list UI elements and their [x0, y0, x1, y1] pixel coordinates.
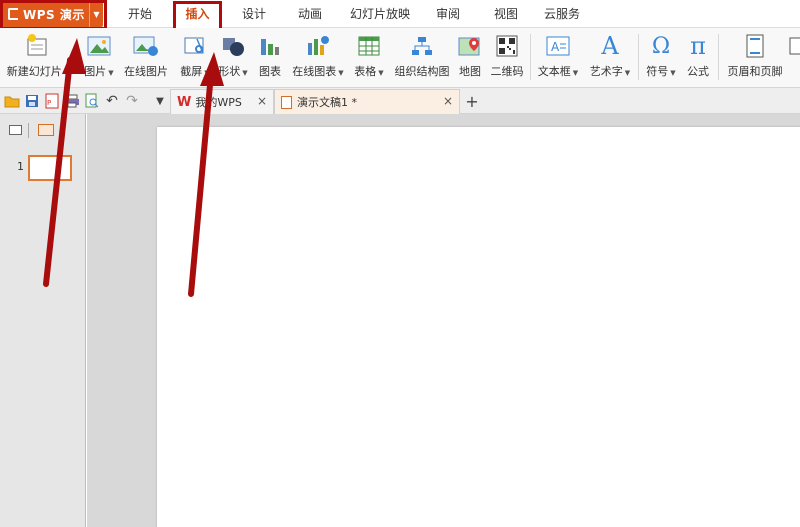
presentation-file-icon — [281, 95, 292, 109]
chart-button[interactable]: 图表 — [254, 31, 286, 85]
map-label: 地图 — [459, 65, 481, 78]
textbox-label: 文本框 — [537, 65, 571, 78]
chart-icon — [259, 31, 281, 61]
picture-button[interactable]: 图片 ▼ — [80, 31, 118, 85]
tab-design[interactable]: 设计 — [232, 0, 276, 28]
tab-slideshow[interactable]: 幻灯片放映 — [342, 0, 418, 28]
formula-label: 公式 — [687, 65, 709, 78]
symbol-label: 符号 — [646, 65, 669, 78]
tab-my-wps-label: 我的WPS — [195, 96, 242, 109]
wps-logo-icon — [8, 8, 18, 20]
shapes-button[interactable]: 形状 ▼ — [214, 31, 252, 85]
ribbon-overflow-button[interactable] — [788, 31, 800, 85]
qr-code-icon — [496, 31, 518, 61]
ribbon-insert: 新建幻灯片 ▼ 图片 ▼ 在线图片 截屏 ▼ 形状 ▼ 图表 在线图表 ▼ 表格… — [0, 28, 800, 88]
chart-label: 图表 — [259, 65, 281, 78]
formula-button[interactable]: π 公式 — [682, 31, 714, 85]
header-footer-label: 页眉和页脚 — [727, 65, 783, 78]
screenshot-button[interactable]: 截屏 ▼ — [174, 31, 216, 85]
menu-bar: WPS 演示 ▼ 开始 插入 设计 动画 幻灯片放映 审阅 视图 云服务 — [0, 0, 800, 28]
slide-thumbnail[interactable] — [28, 155, 72, 181]
new-slide-button[interactable]: 新建幻灯片 ▼ — [6, 31, 70, 85]
online-picture-icon — [133, 31, 159, 61]
tab-view[interactable]: 视图 — [484, 0, 528, 28]
textbox-button[interactable]: A 文本框 ▼ — [534, 31, 582, 85]
symbol-button[interactable]: Ω 符号 ▼ — [642, 31, 680, 85]
outline-view-icon[interactable] — [9, 125, 22, 135]
slide-canvas[interactable] — [157, 127, 800, 527]
save-icon[interactable] — [24, 93, 40, 109]
new-tab-plus-icon[interactable]: + — [464, 92, 480, 111]
ribbon-separator — [718, 34, 719, 80]
tab-cloud-service[interactable]: 云服务 — [536, 0, 588, 28]
redo-icon[interactable]: ↷ — [124, 93, 140, 109]
open-folder-icon[interactable] — [4, 93, 20, 109]
tab-review[interactable]: 审阅 — [426, 0, 470, 28]
tab-home[interactable]: 开始 — [118, 0, 162, 28]
qr-code-label: 二维码 — [490, 65, 524, 78]
wordart-button[interactable]: A 艺术字 ▼ — [586, 31, 634, 85]
org-chart-label: 组织结构图 — [394, 65, 450, 78]
tab-animation[interactable]: 动画 — [288, 0, 332, 28]
quick-access-bar: P ↶ ↷ ▼ W 我的WPS × 演示文稿1 * × + — [0, 88, 800, 114]
undo-icon[interactable]: ↶ — [104, 93, 120, 109]
map-button[interactable]: 地图 — [454, 31, 486, 85]
print-preview-icon[interactable] — [84, 93, 100, 109]
symbol-icon: Ω — [651, 33, 671, 59]
new-slide-label: 新建幻灯片 — [6, 65, 62, 78]
qr-code-button[interactable]: 二维码 — [488, 31, 526, 85]
tab-presentation-1-label: 演示文稿1 * — [297, 96, 357, 109]
pane-divider — [28, 123, 29, 138]
app-menu-button[interactable]: WPS 演示 ▼ — [2, 1, 103, 27]
new-slide-icon — [25, 31, 51, 61]
header-footer-icon — [745, 31, 765, 61]
wps-logo-icon: W — [177, 94, 192, 110]
picture-icon — [87, 31, 111, 61]
slides-view-icon[interactable] — [38, 124, 54, 136]
tab-insert[interactable]: 插入 — [176, 0, 219, 28]
online-picture-button[interactable]: 在线图片 — [122, 31, 170, 85]
screenshot-icon — [183, 31, 207, 61]
online-picture-label: 在线图片 — [124, 65, 168, 78]
close-icon[interactable]: × — [257, 94, 267, 108]
svg-text:A: A — [551, 40, 560, 54]
ribbon-separator — [530, 34, 531, 80]
ribbon-separator — [638, 34, 639, 80]
print-icon[interactable] — [64, 93, 80, 109]
table-icon — [358, 31, 380, 61]
customize-toolbar-icon[interactable]: ▼ — [152, 93, 168, 109]
page-icon — [788, 31, 800, 61]
org-chart-button[interactable]: 组织结构图 — [392, 31, 452, 85]
wordart-label: 艺术字 — [589, 65, 623, 78]
online-chart-icon — [305, 31, 331, 61]
app-title: WPS 演示 — [23, 7, 85, 22]
tab-presentation-1[interactable]: 演示文稿1 * × — [274, 89, 460, 114]
shapes-label: 形状 — [218, 65, 241, 78]
wordart-icon: A — [601, 32, 619, 60]
formula-icon: π — [690, 32, 706, 60]
picture-label: 图片 — [84, 65, 107, 78]
online-chart-label: 在线图表 — [292, 65, 337, 78]
tab-my-wps[interactable]: W 我的WPS × — [170, 89, 274, 114]
close-icon[interactable]: × — [443, 94, 453, 108]
slide-number: 1 — [17, 160, 24, 173]
export-pdf-icon[interactable]: P — [44, 93, 60, 109]
screenshot-label: 截屏 — [180, 65, 203, 78]
header-footer-button[interactable]: 页眉和页脚 — [724, 31, 786, 85]
map-icon — [458, 31, 482, 61]
table-label: 表格 — [354, 65, 377, 78]
online-chart-button[interactable]: 在线图表 ▼ — [288, 31, 348, 85]
shapes-icon — [221, 31, 245, 61]
textbox-icon: A — [546, 31, 570, 61]
org-chart-icon — [411, 31, 433, 61]
slide-editing-area — [87, 114, 800, 527]
table-button[interactable]: 表格 ▼ — [350, 31, 388, 85]
svg-text:P: P — [47, 99, 51, 107]
chevron-down-icon[interactable]: ▼ — [89, 1, 103, 27]
slide-thumbnail-pane: 1 — [0, 114, 86, 527]
